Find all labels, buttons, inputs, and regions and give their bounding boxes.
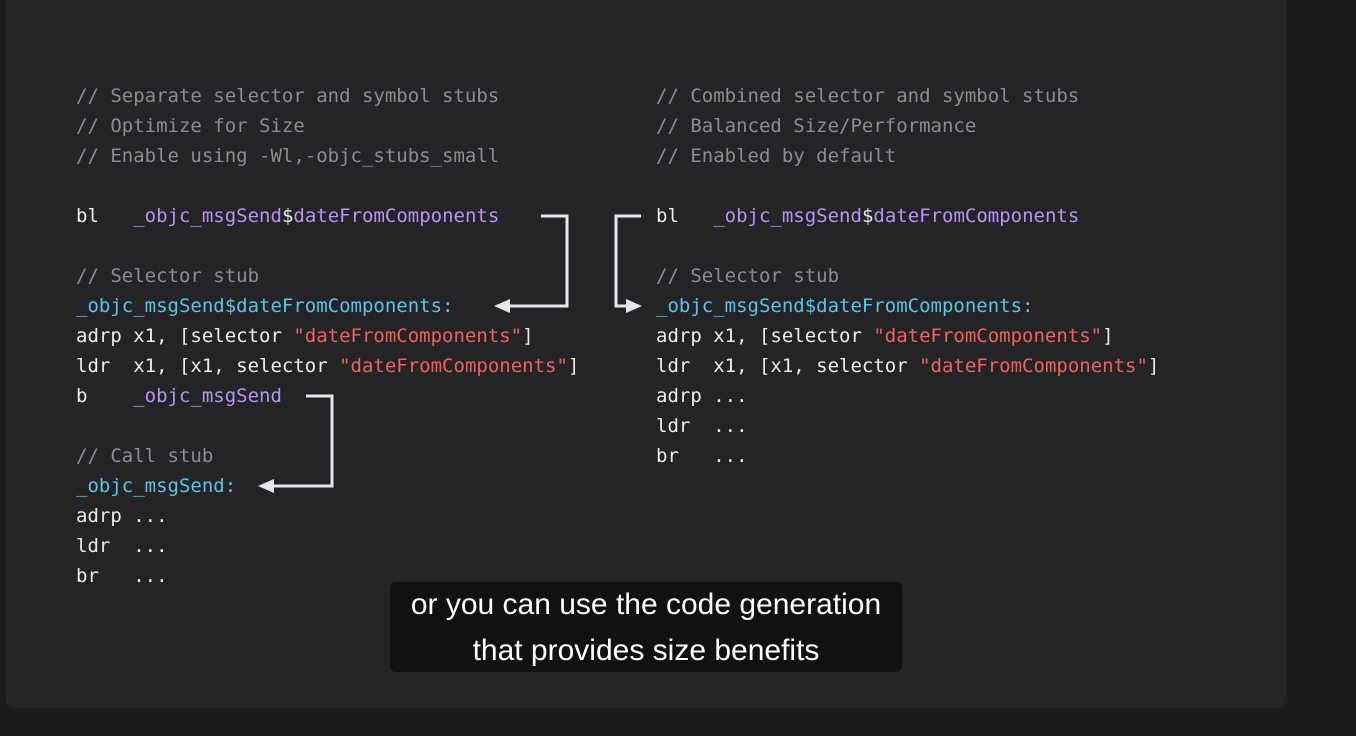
arrow-bl-to-selector-stub bbox=[508, 214, 569, 308]
caption-line-2: that provides size benefits bbox=[472, 634, 820, 667]
caption-line-1: or you can use the code generation bbox=[410, 588, 882, 621]
arrowhead-left-call bbox=[258, 479, 274, 493]
arrowhead-left-selector bbox=[494, 299, 510, 313]
arrowhead-right-selector bbox=[626, 299, 642, 313]
video-frame: // Separate selector and symbol stubs// … bbox=[0, 0, 1356, 736]
arrow-b-to-call-stub bbox=[272, 394, 334, 488]
arrow-right-bl-to-selector-stub bbox=[614, 214, 641, 308]
subtitle-caption: or you can use the code generation that … bbox=[390, 582, 902, 672]
